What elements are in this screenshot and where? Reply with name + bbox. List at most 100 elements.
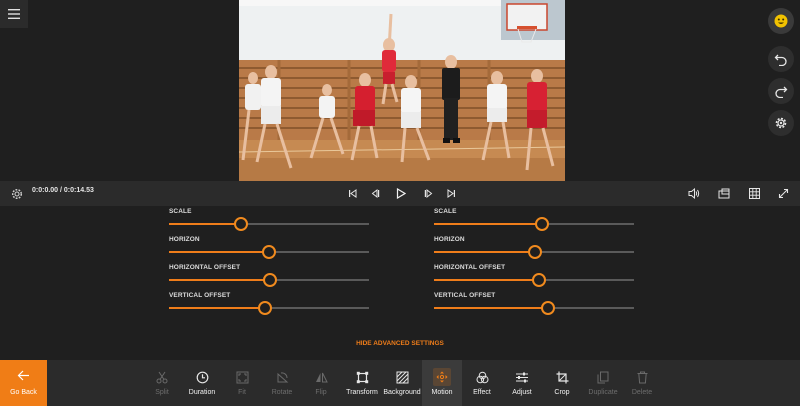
playback-bar: 0:0:0.00 / 0:0:14.53 xyxy=(0,181,800,206)
tool-duplicate-button[interactable]: Duplicate xyxy=(584,360,622,406)
tool-duration-button[interactable]: Duration xyxy=(185,360,219,406)
right-slider-horizontal-offset: HORIZONTAL OFFSET xyxy=(434,262,644,290)
aspect-ratio-button[interactable] xyxy=(716,185,732,202)
scissors-icon xyxy=(147,369,177,385)
tool-label: Duplicate xyxy=(588,389,618,396)
skip-to-start-icon xyxy=(348,189,356,198)
slider-fill xyxy=(434,279,539,281)
slider-fill xyxy=(434,251,535,253)
slider-fill xyxy=(169,251,269,253)
menu-button[interactable] xyxy=(0,0,28,28)
left-slider-scale: SCALE xyxy=(169,206,379,234)
slider-track[interactable] xyxy=(169,245,369,259)
emoji-button[interactable] xyxy=(768,8,794,34)
clock-icon xyxy=(185,369,219,385)
fullscreen-button[interactable] xyxy=(775,185,791,202)
right-slider-vertical-offset: VERTICAL OFFSET xyxy=(434,290,644,318)
tool-flip-button[interactable]: Flip xyxy=(306,360,336,406)
hamburger-icon xyxy=(8,9,20,19)
rotate-icon xyxy=(266,369,298,385)
tool-label: Crop xyxy=(554,389,570,396)
tool-label: Split xyxy=(155,389,169,396)
settings-gear-icon xyxy=(775,117,787,129)
bottom-toolbar: Go Back Split Duration Fit Rotate Flip Transf… xyxy=(0,360,800,406)
tool-crop-button[interactable]: Crop xyxy=(546,360,578,406)
effect-circles-icon xyxy=(467,369,497,385)
back-arrow-icon xyxy=(17,370,29,381)
motion-settings-panel: SCALE HORIZON HORIZONTAL OFFSET VERTICAL OF… xyxy=(0,206,800,360)
tool-rotate-button[interactable]: Rotate xyxy=(266,360,298,406)
slider-fill xyxy=(169,279,270,281)
grid-icon xyxy=(748,188,760,199)
redo-button[interactable] xyxy=(768,78,794,104)
slider-thumb[interactable] xyxy=(262,245,276,259)
slider-track[interactable] xyxy=(434,273,634,287)
slider-track[interactable] xyxy=(434,245,634,259)
skip-to-start-button[interactable] xyxy=(345,185,359,202)
slider-thumb[interactable] xyxy=(541,301,555,315)
slider-track[interactable] xyxy=(434,301,634,315)
preview-settings-button[interactable] xyxy=(9,185,25,202)
slider-label: HORIZON xyxy=(434,236,465,243)
slider-track[interactable] xyxy=(169,217,369,231)
step-back-icon xyxy=(371,189,379,198)
video-editor-window: 0:0:0.00 / 0:0:14.53 SCALE HORIZON HORIZ… xyxy=(0,0,800,406)
sliders-icon xyxy=(506,369,538,385)
grid-button[interactable] xyxy=(746,185,762,202)
step-forward-button[interactable] xyxy=(421,185,435,202)
slider-track[interactable] xyxy=(169,301,369,315)
slider-thumb[interactable] xyxy=(532,273,546,287)
slider-track[interactable] xyxy=(434,217,634,231)
transform-icon xyxy=(343,369,381,385)
play-icon xyxy=(396,188,406,199)
slider-label: VERTICAL OFFSET xyxy=(434,292,496,299)
slider-label: HORIZONTAL OFFSET xyxy=(169,264,241,271)
slider-label: VERTICAL OFFSET xyxy=(169,292,231,299)
timecode: 0:0:0.00 / 0:0:14.53 xyxy=(32,187,94,194)
skip-to-end-button[interactable] xyxy=(444,185,458,202)
video-preview[interactable] xyxy=(239,0,565,181)
go-back-button[interactable]: Go Back xyxy=(0,360,47,406)
tool-label: Adjust xyxy=(512,389,532,396)
slider-thumb[interactable] xyxy=(234,217,248,231)
slider-fill xyxy=(169,223,241,225)
tool-label: Background xyxy=(383,389,421,396)
tool-label: Transform xyxy=(346,389,378,396)
trash-icon xyxy=(627,369,657,385)
volume-icon xyxy=(688,188,700,199)
hide-advanced-settings-link[interactable]: HIDE ADVANCED SETTINGS xyxy=(0,340,800,347)
slider-thumb[interactable] xyxy=(528,245,542,259)
settings-button[interactable] xyxy=(768,110,794,136)
right-slider-scale: SCALE xyxy=(434,206,644,234)
tool-fit-button[interactable]: Fit xyxy=(227,360,257,406)
preview-area xyxy=(0,0,800,181)
slider-thumb[interactable] xyxy=(258,301,272,315)
slider-thumb[interactable] xyxy=(535,217,549,231)
tool-motion-button[interactable]: Motion xyxy=(422,360,462,406)
start-motion-sliders: SCALE HORIZON HORIZONTAL OFFSET VERTICAL OF… xyxy=(169,206,379,326)
slider-fill xyxy=(169,307,265,309)
emoji-icon xyxy=(774,14,788,28)
tool-delete-button[interactable]: Delete xyxy=(627,360,657,406)
tool-label: Motion xyxy=(431,389,453,396)
slider-fill xyxy=(434,223,542,225)
step-back-button[interactable] xyxy=(368,185,382,202)
tool-effect-button[interactable]: Effect xyxy=(467,360,497,406)
tool-transform-button[interactable]: Transform xyxy=(343,360,381,406)
tool-split-button[interactable]: Split xyxy=(147,360,177,406)
left-slider-horizon: HORIZON xyxy=(169,234,379,262)
volume-button[interactable] xyxy=(686,185,702,202)
tool-label: Effect xyxy=(473,389,491,396)
undo-button[interactable] xyxy=(768,46,794,72)
tool-label: Delete xyxy=(631,389,653,396)
basketball-scene-image xyxy=(239,0,565,181)
flip-icon xyxy=(306,369,336,385)
motion-icon xyxy=(422,368,462,386)
slider-track[interactable] xyxy=(169,273,369,287)
duplicate-icon xyxy=(584,369,622,385)
fit-frame-icon xyxy=(227,369,257,385)
slider-thumb[interactable] xyxy=(263,273,277,287)
tool-background-button[interactable]: Background xyxy=(381,360,423,406)
play-button[interactable] xyxy=(393,185,409,202)
tool-adjust-button[interactable]: Adjust xyxy=(506,360,538,406)
